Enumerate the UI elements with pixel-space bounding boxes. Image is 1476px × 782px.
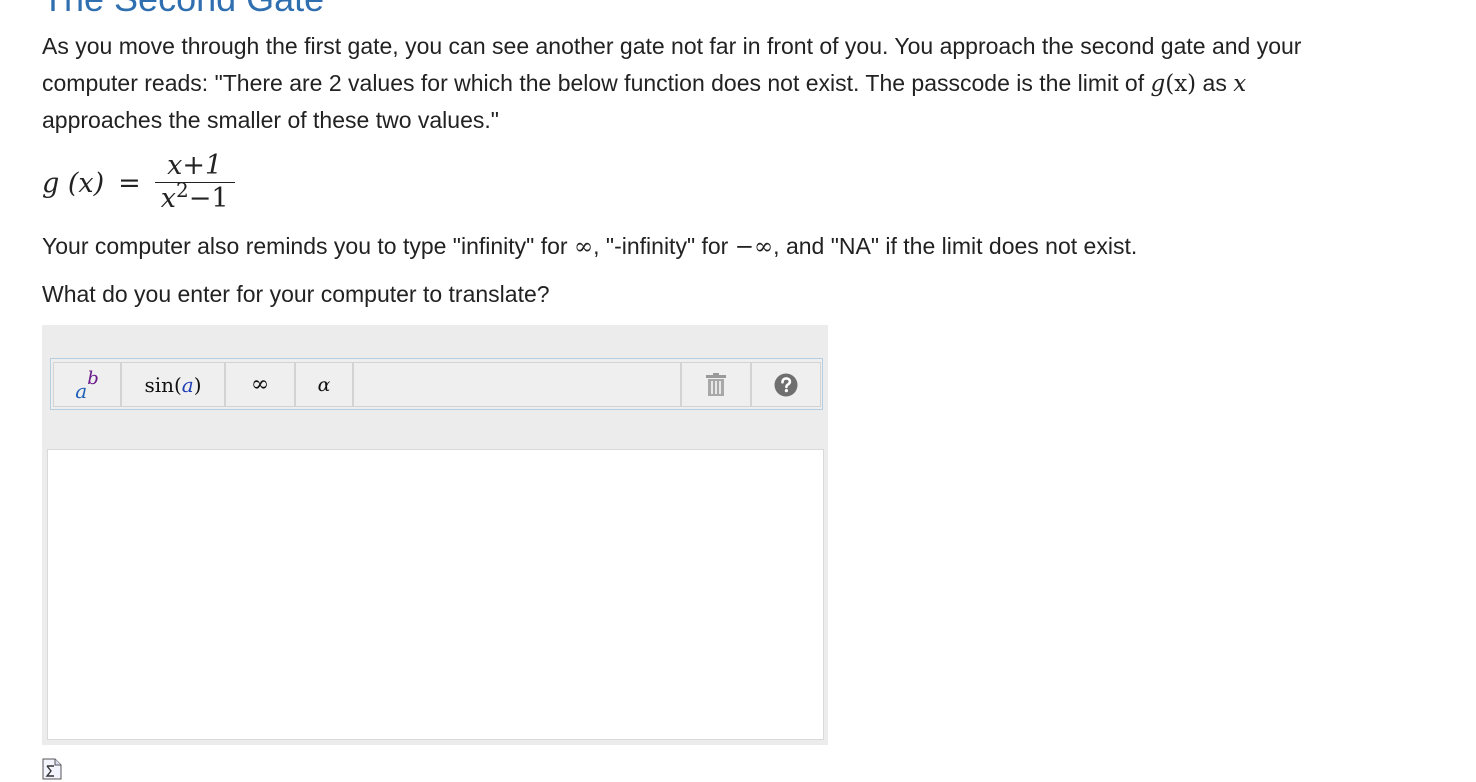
equation-editor-icon[interactable] (42, 758, 62, 780)
formula-fraction: x+1 x2−1 (154, 150, 235, 216)
intro-math-x-paren: (x) (1165, 70, 1197, 97)
sin-argument: a (181, 372, 194, 397)
power-exponent: b (87, 368, 99, 389)
toolbar-spacer (353, 362, 681, 407)
sin-open-paren: ( (173, 372, 182, 397)
den-exponent: 2 (176, 178, 189, 202)
trash-icon (706, 372, 726, 396)
formula-numerator: x+1 (167, 150, 223, 181)
neg-infinity-symbol: −∞ (734, 234, 774, 260)
sin-function-button[interactable]: sin (a) (121, 362, 225, 407)
sin-close-paren: ) (193, 372, 202, 397)
formula-lhs: g (x) (42, 167, 105, 199)
power-base: a (75, 378, 88, 403)
reminder-part-1: Your computer also reminds you to type "… (42, 233, 574, 259)
page-title: The Second Gate (42, 0, 324, 20)
den-rest: −1 (188, 183, 229, 214)
reminder-part-3: , and "NA" if the limit does not exist. (773, 233, 1138, 259)
clear-button[interactable] (681, 362, 751, 407)
help-icon (774, 373, 798, 396)
problem-intro: As you move through the first gate, you … (42, 28, 1312, 139)
answer-textarea[interactable] (48, 450, 827, 743)
math-answer-editor: ab sin (a) ∞ α (42, 325, 828, 745)
formula-equals: = (118, 167, 141, 199)
reminder-text: Your computer also reminds you to type "… (42, 229, 1137, 264)
answer-input-area[interactable] (47, 449, 827, 743)
function-formula: g (x) = x+1 x2−1 (42, 143, 235, 223)
infinity-button[interactable]: ∞ (225, 362, 295, 407)
power-button[interactable]: ab (53, 362, 121, 407)
intro-text-2: as (1196, 69, 1234, 96)
intro-text-3: approaches the smaller of these two valu… (42, 107, 499, 133)
formula-denominator: x2−1 (155, 178, 235, 216)
den-base: x (160, 183, 177, 214)
editor-toolbar: ab sin (a) ∞ α (50, 358, 823, 410)
intro-math-x: x (1233, 70, 1247, 97)
sin-label: sin (144, 372, 174, 397)
intro-math-g: g (1150, 70, 1166, 97)
reminder-part-2: , "-infinity" for (593, 233, 735, 259)
intro-text-1: As you move through the first gate, you … (42, 33, 1302, 96)
question-text: What do you enter for your computer to t… (42, 281, 550, 307)
greek-letters-button[interactable]: α (295, 362, 353, 407)
infinity-symbol: ∞ (573, 234, 594, 260)
help-button[interactable] (751, 362, 821, 407)
